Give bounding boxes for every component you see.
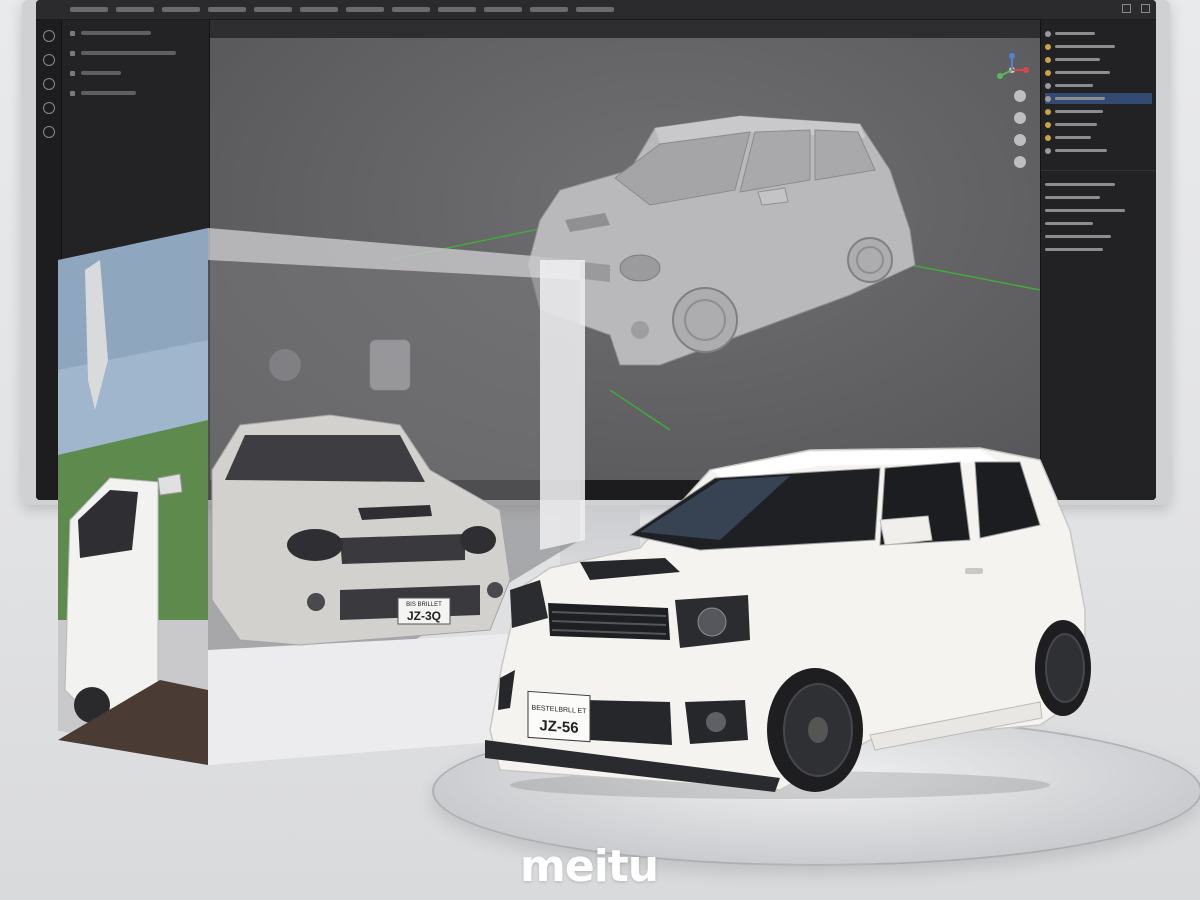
menu-item[interactable] [438,7,476,12]
object-icon [1045,95,1051,102]
object-icon [1045,147,1051,154]
bullet-icon [70,70,75,76]
menu-item[interactable] [116,7,154,12]
menu-item[interactable] [484,7,522,12]
row-text [1045,209,1125,212]
menu-item[interactable] [254,7,292,12]
outliner-row[interactable] [1045,145,1152,156]
property-row[interactable] [1045,205,1152,216]
scene-outliner [1040,20,1156,500]
row-text [81,71,121,75]
bullet-icon [70,90,75,96]
row-text [1055,58,1100,61]
property-row[interactable] [1045,244,1152,255]
cursor-icon[interactable] [42,30,55,42]
menu-item[interactable] [576,7,614,12]
row-text [1045,248,1103,251]
camera-icon[interactable] [1014,134,1026,146]
panel-row[interactable] [70,46,201,60]
object-icon [1045,82,1051,89]
row-text [1055,110,1103,113]
object-icon [1045,69,1051,76]
box-side-panel [58,228,208,765]
row-text [1045,196,1100,199]
outliner-row-selected[interactable] [1045,93,1152,104]
window-controls [1122,4,1150,13]
menu-item[interactable] [70,7,108,12]
outliner-row[interactable] [1045,106,1152,117]
box-plate-top: BIS BRILLET [406,602,442,608]
model-car: BESTELBRLL ET JZ-56 [485,447,1091,799]
panel-row[interactable] [70,26,201,40]
row-text [1055,123,1097,126]
collection-icon [1045,30,1051,37]
menu-item[interactable] [300,7,338,12]
menu-item[interactable] [530,7,568,12]
maximize-icon[interactable] [1141,4,1150,13]
zoom-icon[interactable] [1014,90,1026,102]
minimize-icon[interactable] [1122,4,1131,13]
object-icon [1045,56,1051,63]
property-row[interactable] [1045,231,1152,242]
editor-menu-bar [36,0,1156,20]
row-text [1055,149,1107,152]
menu-item[interactable] [346,7,384,12]
transform-icon[interactable] [42,126,55,138]
front-wheel [767,668,863,792]
outliner-row[interactable] [1045,41,1152,52]
pan-icon[interactable] [1014,112,1026,124]
row-text [1055,84,1093,87]
object-icon [1045,108,1051,115]
meitu-logo: meitu [520,841,659,892]
license-plate-number: JZ-56 [539,717,578,737]
row-text [1045,183,1115,186]
move-icon[interactable] [42,54,55,66]
bullet-icon [70,50,75,56]
outliner-row[interactable] [1045,80,1152,91]
rotate-icon[interactable] [42,78,55,90]
object-icon [1045,43,1051,50]
lower-intake [585,700,672,745]
axis-gizmo-icon[interactable] [992,50,1032,90]
rear-wheel [1035,620,1091,716]
menu-item[interactable] [208,7,246,12]
row-text [1055,136,1091,139]
outliner-row[interactable] [1045,119,1152,130]
box-plate-number: JZ-3Q [407,609,441,623]
outliner-row[interactable] [1045,28,1152,39]
properties-panel [1041,170,1156,255]
row-text [1055,71,1110,74]
panel-row[interactable] [70,66,201,80]
row-text [1055,45,1115,48]
property-row[interactable] [1045,218,1152,229]
viewport-nav-buttons [1014,90,1026,168]
property-row[interactable] [1045,179,1152,190]
outliner-row[interactable] [1045,132,1152,143]
bullet-icon [70,30,75,36]
row-text [81,91,136,95]
row-text [81,31,151,35]
row-text [81,51,176,55]
row-text [1045,235,1111,238]
property-row[interactable] [1045,192,1152,203]
object-icon [1045,134,1051,141]
side-mirror [879,515,933,546]
object-icon [1045,121,1051,128]
row-text [1045,222,1093,225]
grid-icon[interactable] [1014,156,1026,168]
outliner-row[interactable] [1045,54,1152,65]
row-text [1055,32,1095,35]
panel-row[interactable] [70,86,201,100]
menu-item[interactable] [162,7,200,12]
scale-icon[interactable] [42,102,55,114]
menu-item[interactable] [392,7,430,12]
row-text [1055,97,1105,100]
outliner-row[interactable] [1045,67,1152,78]
